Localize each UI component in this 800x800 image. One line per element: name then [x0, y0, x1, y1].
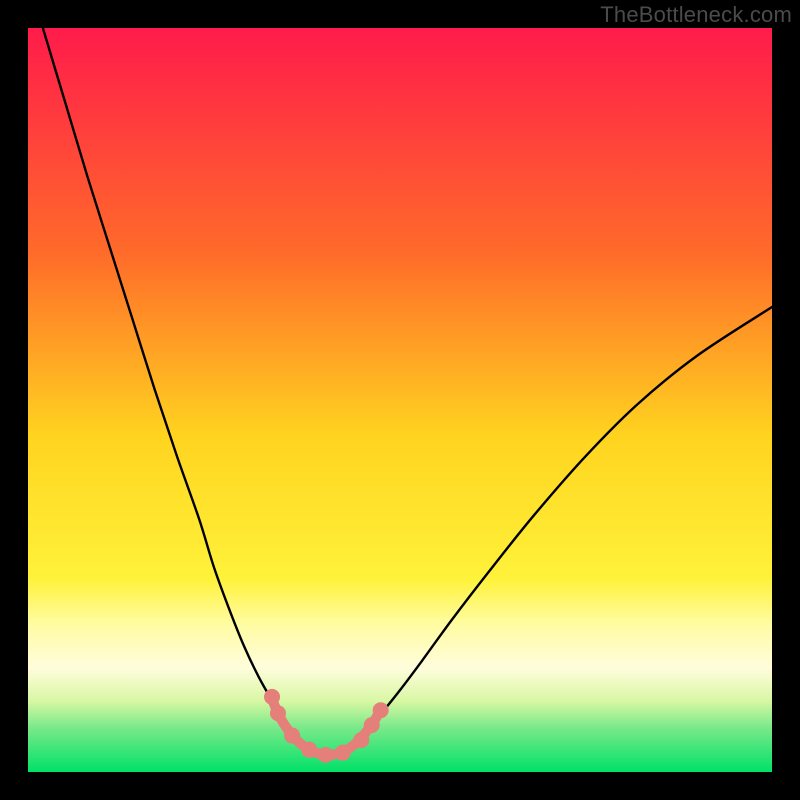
data-marker [373, 702, 389, 718]
data-marker [284, 728, 300, 744]
bottleneck-curve-chart [0, 0, 800, 800]
data-marker [301, 742, 317, 758]
data-marker [364, 717, 380, 733]
data-marker [318, 747, 334, 763]
data-marker [335, 745, 351, 761]
chart-container: TheBottleneck.com [0, 0, 800, 800]
watermark-text: TheBottleneck.com [600, 2, 792, 28]
data-marker [353, 732, 369, 748]
data-marker [270, 705, 286, 721]
plot-background [28, 28, 772, 772]
data-marker [264, 689, 280, 705]
